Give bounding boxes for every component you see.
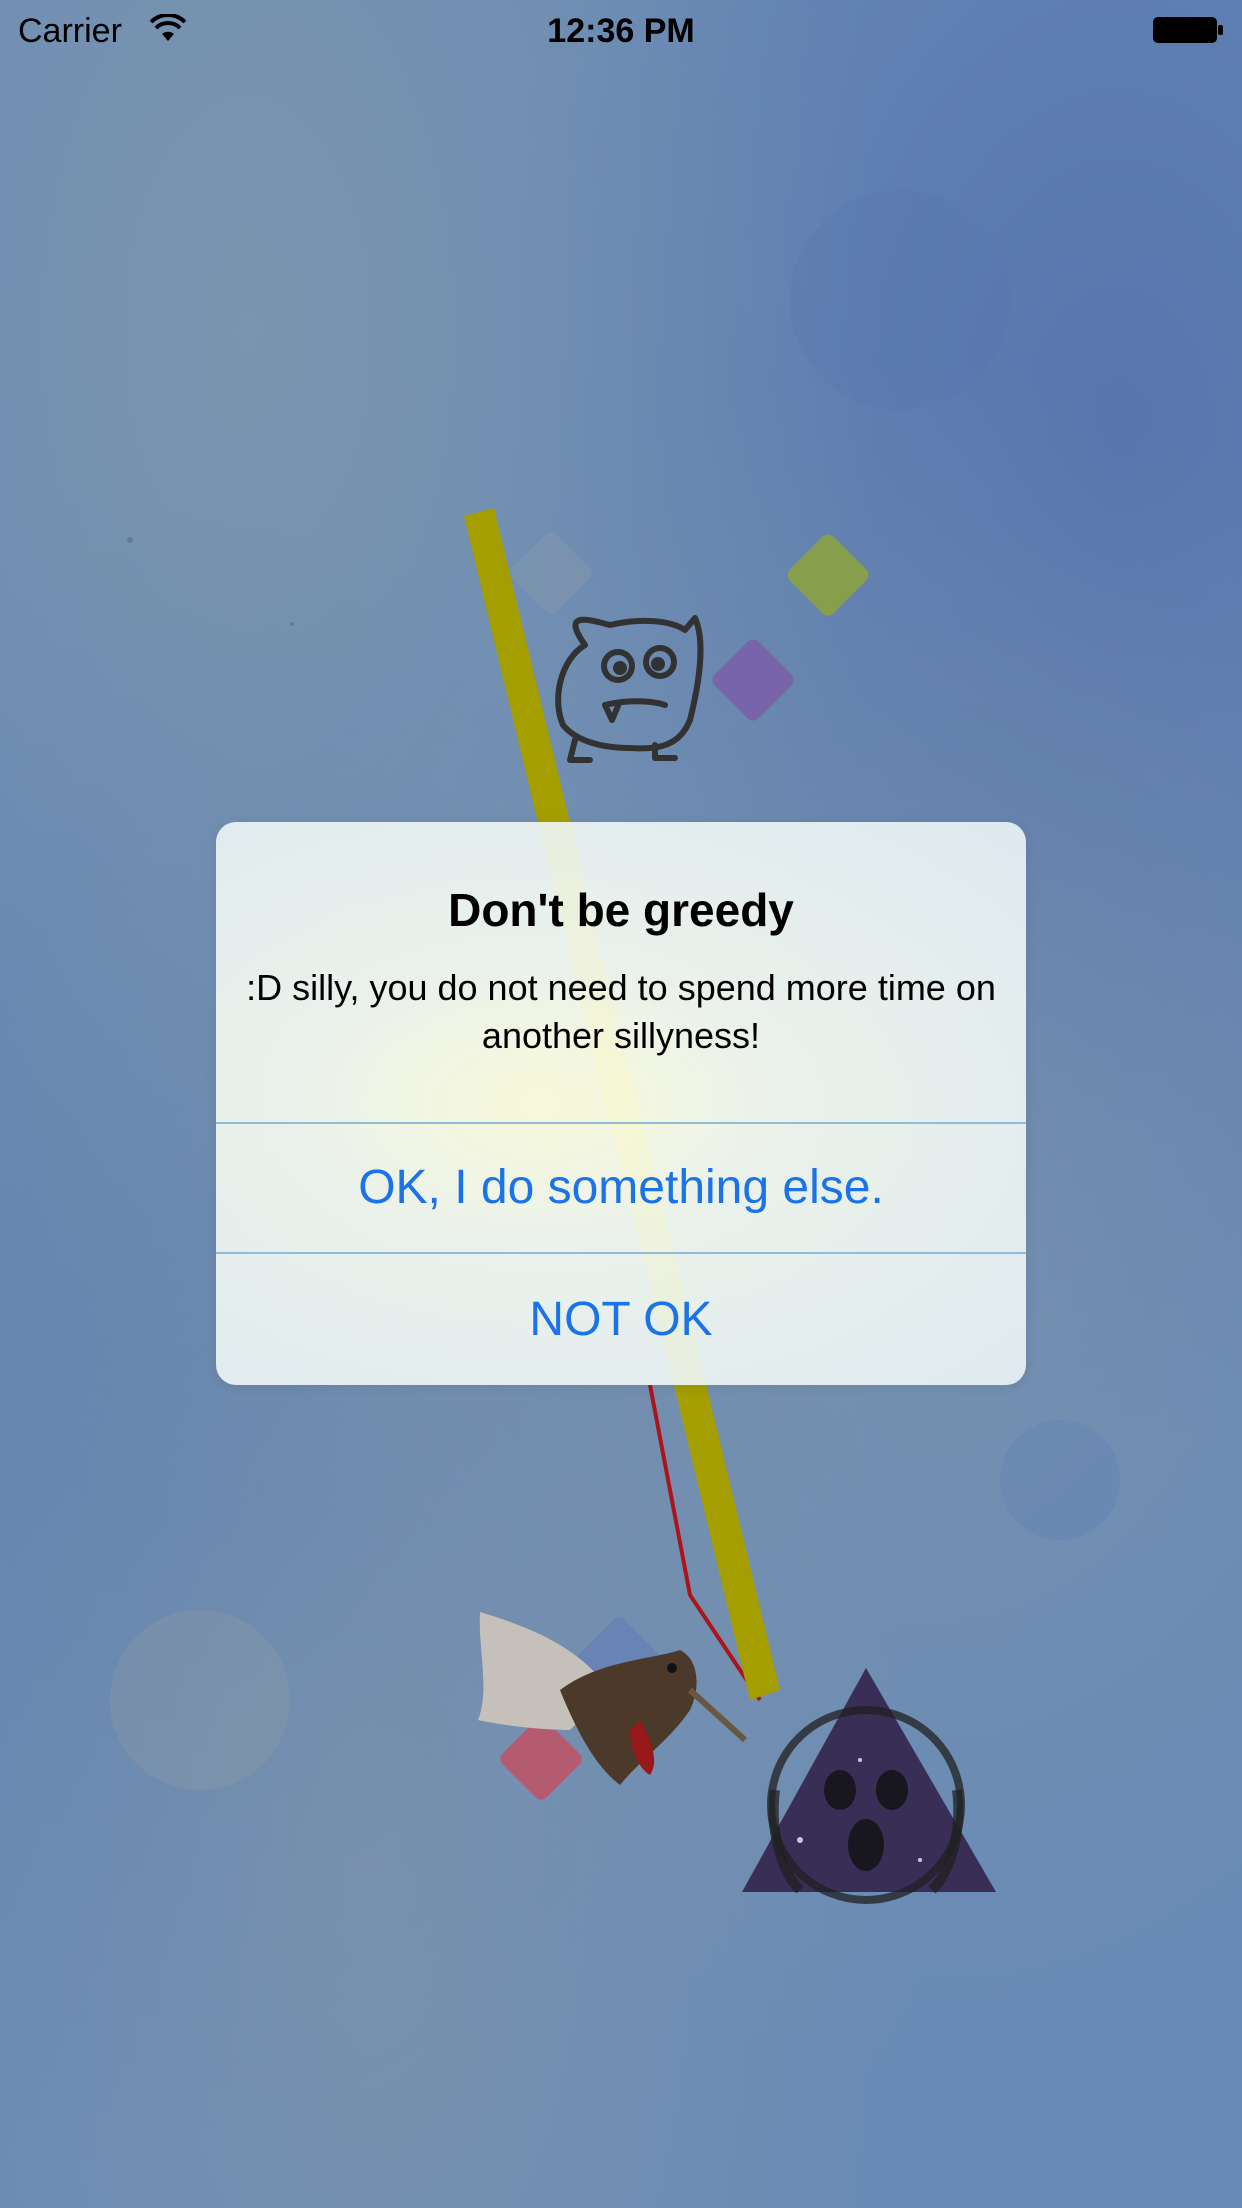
alert-message: :D silly, you do not need to spend more … [246,967,996,1056]
alert-title: Don't be greedy [448,884,794,936]
ok-button[interactable]: OK, I do something else. [216,1124,1026,1252]
not-ok-button[interactable]: NOT OK [216,1254,1026,1385]
alert-dialog: Don't be greedy :D silly, you do not nee… [216,822,1026,1385]
